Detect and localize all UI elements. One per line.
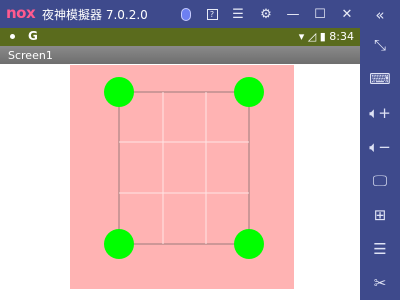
volume-up-icon[interactable]: 🔈︎+ xyxy=(360,98,400,128)
keyboard-icon[interactable]: ⌨ xyxy=(360,64,400,94)
green-ball-top-left[interactable] xyxy=(104,77,134,107)
apk-install-icon[interactable]: ⊞ xyxy=(360,200,400,230)
green-ball-top-right[interactable] xyxy=(234,77,264,107)
collapse-icon[interactable]: « xyxy=(360,0,400,30)
scissors-icon[interactable]: ✂ xyxy=(360,268,400,298)
canvas-overlay xyxy=(104,77,264,259)
grid-border xyxy=(118,91,250,245)
green-ball-bottom-right[interactable] xyxy=(234,229,264,259)
volume-down-icon[interactable]: 🔈︎− xyxy=(360,132,400,162)
emulator-toolbar: « ⤡ ⌨ 🔈︎+ 🔈︎− 🖵 ⊞ ☰ ✂ xyxy=(360,0,400,300)
fullscreen-icon[interactable]: ⤡ xyxy=(360,30,400,60)
green-ball-bottom-left[interactable] xyxy=(104,229,134,259)
grid-lines xyxy=(118,91,250,245)
screen-icon[interactable]: 🖵 xyxy=(360,166,400,196)
multi-instance-icon[interactable]: ☰ xyxy=(360,234,400,264)
